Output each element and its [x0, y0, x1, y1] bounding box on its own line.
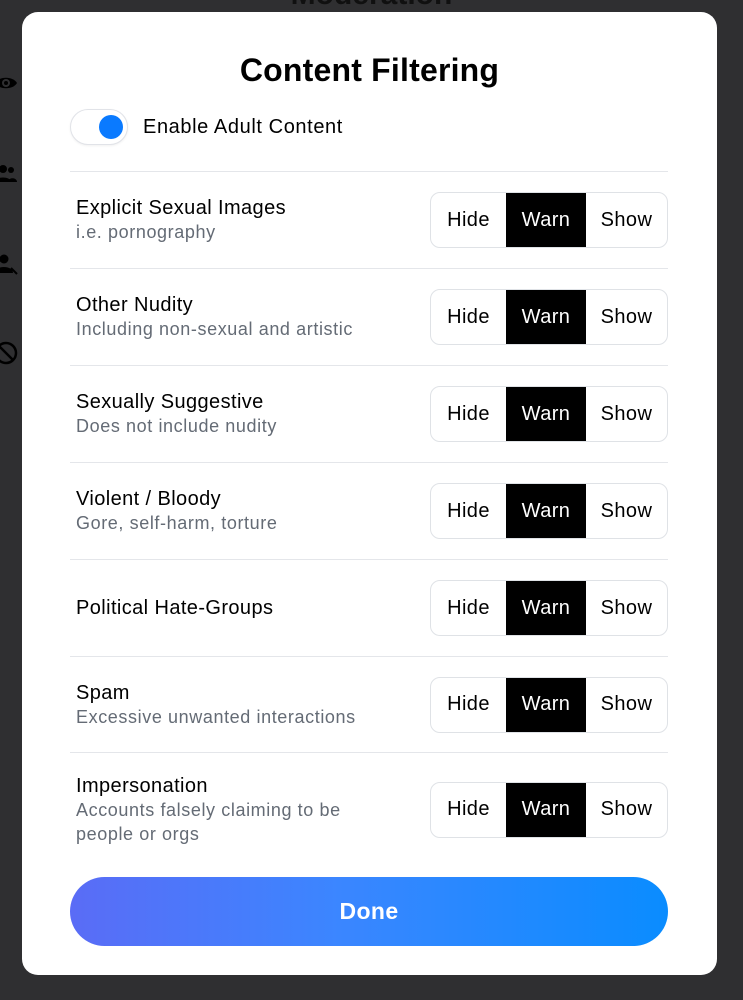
filter-segmented-control: Hide Warn Show: [430, 781, 668, 838]
show-option[interactable]: Show: [586, 783, 667, 837]
filter-row-spam: Spam Excessive unwanted interactions Hid…: [70, 656, 668, 752]
warn-option[interactable]: Warn: [506, 677, 586, 732]
warn-option[interactable]: Warn: [506, 782, 586, 837]
show-option[interactable]: Show: [586, 484, 667, 538]
filter-title: Violent / Bloody: [76, 488, 222, 510]
filter-segmented-control: Hide Warn Show: [430, 289, 668, 345]
hide-option[interactable]: Hide: [431, 678, 506, 732]
filter-title: Political Hate-Groups: [76, 597, 274, 619]
filter-subtitle: Excessive unwanted interactions: [76, 706, 356, 727]
warn-option[interactable]: Warn: [506, 193, 586, 247]
users-icon: [0, 165, 17, 182]
filter-title: Other Nudity: [76, 294, 194, 316]
filter-row-sexually-suggestive: Sexually Suggestive Does not include nud…: [70, 365, 668, 462]
filter-segmented-control: Hide Warn Show: [430, 580, 668, 636]
dialog-title: Content Filtering: [239, 52, 500, 88]
filter-subtitle: i.e. pornography: [76, 222, 216, 242]
filter-title: Impersonation: [76, 774, 208, 797]
toggle-knob: [99, 115, 123, 139]
done-button[interactable]: Done: [70, 877, 668, 946]
filter-segmented-control: Hide Warn Show: [430, 192, 668, 248]
filter-row-impersonation: Impersonation Accounts falsely claiming …: [70, 752, 668, 866]
filter-segmented-control: Hide Warn Show: [430, 676, 668, 733]
warn-option[interactable]: Warn: [506, 387, 586, 441]
toggle-label: Enable Adult Content: [143, 115, 343, 138]
filter-title: Spam: [76, 681, 130, 704]
filter-row-other-nudity: Other Nudity Including non-sexual and ar…: [70, 268, 668, 365]
hide-option[interactable]: Hide: [431, 290, 506, 344]
filter-subtitle: Accounts falsely claiming to be people o…: [76, 799, 341, 844]
filter-title: Sexually Suggestive: [76, 391, 264, 413]
filter-subtitle: Does not include nudity: [76, 416, 277, 436]
warn-option[interactable]: Warn: [506, 581, 586, 635]
show-option[interactable]: Show: [586, 387, 667, 441]
adult-content-toggle-row[interactable]: Enable Adult Content: [70, 109, 343, 145]
filter-segmented-control: Hide Warn Show: [430, 386, 668, 442]
hide-option[interactable]: Hide: [431, 387, 506, 441]
hide-option[interactable]: Hide: [431, 783, 506, 837]
show-option[interactable]: Show: [586, 678, 667, 732]
block-icon: [0, 341, 18, 365]
hide-option[interactable]: Hide: [431, 484, 506, 538]
filter-row-explicit-sexual-images: Explicit Sexual Images i.e. pornography …: [70, 171, 668, 268]
filter-subtitle: Including non-sexual and artistic: [76, 319, 353, 339]
show-option[interactable]: Show: [586, 290, 667, 344]
content-filtering-dialog: Content Filtering Enable Adult Content E…: [22, 12, 717, 975]
adult-content-toggle[interactable]: [70, 109, 128, 145]
show-option[interactable]: Show: [586, 193, 667, 247]
eye-icon: [0, 77, 17, 89]
warn-option[interactable]: Warn: [506, 290, 586, 344]
user-block-icon: [0, 254, 18, 275]
filter-subtitle: Gore, self-harm, torture: [76, 513, 278, 533]
filter-list: Explicit Sexual Images i.e. pornography …: [70, 171, 668, 866]
filter-row-political-hate-groups: Political Hate-Groups Hide Warn Show: [70, 559, 668, 656]
filter-title: Explicit Sexual Images: [76, 197, 287, 219]
warn-option[interactable]: Warn: [506, 484, 586, 538]
filter-row-violent-bloody: Violent / Bloody Gore, self-harm, tortur…: [70, 462, 668, 559]
hide-option[interactable]: Hide: [431, 581, 506, 635]
show-option[interactable]: Show: [586, 581, 667, 635]
hide-option[interactable]: Hide: [431, 193, 506, 247]
background-page-title: Moderation: [0, 0, 743, 12]
filter-segmented-control: Hide Warn Show: [430, 483, 668, 539]
